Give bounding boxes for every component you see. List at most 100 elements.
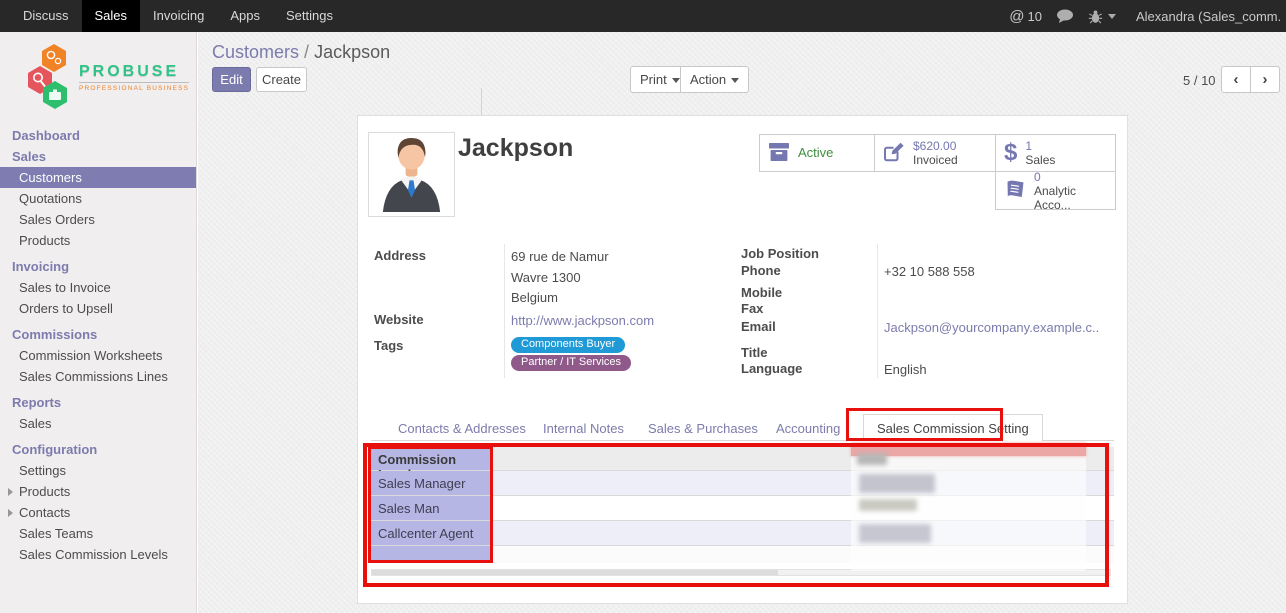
sidebar-nav: Dashboard Sales Customers Quotations Sal… [0,120,196,565]
pager-previous-button[interactable]: ‹ [1221,66,1251,93]
sidebar-item-products[interactable]: Products [0,230,196,251]
sidebar-item-config-contacts[interactable]: Contacts [0,502,196,523]
sidebar-item-reports-sales[interactable]: Sales [0,413,196,434]
fax-label: Fax [741,301,763,316]
menu-sales[interactable]: Sales [82,0,141,32]
menu-apps[interactable]: Apps [217,0,273,32]
field-group-divider [504,244,505,378]
commission-level-cell[interactable] [371,546,492,563]
invoiced-stat-button[interactable]: $620.00 Invoiced [874,134,996,172]
analytic-label: Analytic Acco... [1034,184,1107,212]
sidebar-item-sales-to-invoice[interactable]: Sales to Invoice [0,277,196,298]
main-content: Customers / Jackpson Edit Create Print A… [198,32,1286,613]
commission-level-column-header[interactable]: Commission Level [371,447,492,470]
breadcrumb-current: Jackpson [314,42,390,62]
nav-header-invoicing[interactable]: Invoicing [0,251,196,277]
active-stat-button[interactable]: Active [759,134,875,172]
mobile-label: Mobile [741,285,782,300]
phone-value: +32 10 588 558 [884,264,975,279]
chevron-down-icon [672,78,680,83]
redacted-value [857,453,887,465]
sidebar-item-sales-commissions-lines[interactable]: Sales Commissions Lines [0,366,196,387]
create-button[interactable]: Create [256,67,307,92]
tab-accounting[interactable]: Accounting [776,421,840,436]
sidebar-item-sales-commission-levels[interactable]: Sales Commission Levels [0,544,196,565]
tag-partner-it-services: Partner / IT Services [511,355,631,371]
redacted-value [859,524,931,543]
breadcrumb-separator: / [304,42,309,62]
messages-icon[interactable] [1056,9,1074,24]
field-group-divider [877,244,878,378]
analytic-count: 0 [1034,170,1107,184]
address-line-3: Belgium [511,290,558,305]
tab-sales-commission-setting[interactable]: Sales Commission Setting [863,414,1043,441]
top-navbar: Discuss Sales Invoicing Apps Settings @ … [0,0,1286,32]
customer-photo [368,132,455,217]
invoiced-amount: $620.00 [913,139,958,153]
address-line-1: 69 rue de Namur [511,249,609,264]
website-label: Website [374,312,424,327]
app-menu: Discuss Sales Invoicing Apps Settings [0,0,346,32]
sidebar-item-commission-worksheets[interactable]: Commission Worksheets [0,345,196,366]
redacted-value [859,474,935,493]
dollar-icon: $ [1004,141,1017,165]
expand-arrow-icon[interactable] [8,509,13,517]
commission-level-cell[interactable]: Sales Manager [371,471,492,495]
brand-name: PROBUSE [79,63,189,81]
nav-header-dashboard[interactable]: Dashboard [0,120,196,146]
debug-bug-icon[interactable] [1088,9,1116,24]
tag-components-buyer: Components Buyer [511,337,625,353]
phone-label: Phone [741,263,781,278]
sidebar-item-orders-to-upsell[interactable]: Orders to Upsell [0,298,196,319]
customer-form-sheet: Jackpson Active $620.00 Invoice [357,115,1128,604]
sidebar-item-settings[interactable]: Settings [0,460,196,481]
job-position-label: Job Position [741,246,819,261]
sidebar-item-quotations[interactable]: Quotations [0,188,196,209]
sidebar-item-sales-orders[interactable]: Sales Orders [0,209,196,230]
nav-header-commissions[interactable]: Commissions [0,319,196,345]
language-label: Language [741,361,802,376]
website-link[interactable]: http://www.jackpson.com [511,313,654,328]
commission-level-cell[interactable]: Sales Man [371,496,492,520]
panel-divider [481,88,482,115]
sidebar-item-config-products[interactable]: Products [0,481,196,502]
at-icon: @ [1009,8,1024,25]
action-label: Action [690,72,726,87]
mentions-counter[interactable]: @ 10 [1009,8,1042,25]
address-line-2: Wavre 1300 [511,270,581,285]
menu-invoicing[interactable]: Invoicing [140,0,217,32]
scrollbar-handle[interactable] [372,570,778,575]
email-link[interactable]: Jackpson@yourcompany.example.c.. [884,320,1099,335]
menu-discuss[interactable]: Discuss [10,0,82,32]
nav-header-reports[interactable]: Reports [0,387,196,413]
invoiced-label: Invoiced [913,153,958,167]
archive-icon [768,142,790,165]
breadcrumb-customers-link[interactable]: Customers [212,42,299,62]
expand-arrow-icon[interactable] [8,488,13,496]
nav-header-configuration[interactable]: Configuration [0,434,196,460]
left-sidebar: PROBUSE PROFESSIONAL BUSINESS Dashboard … [0,32,197,613]
pager-next-button[interactable]: › [1250,66,1280,93]
edit-button[interactable]: Edit [212,67,251,92]
chevron-down-icon [1108,14,1116,19]
nav-header-sales[interactable]: Sales [0,146,196,167]
action-dropdown-button[interactable]: Action [680,66,749,93]
sales-count: 1 [1025,139,1055,153]
tab-contacts-addresses[interactable]: Contacts & Addresses [398,421,526,436]
analytic-accounts-stat-button[interactable]: 0 Analytic Acco... [995,171,1116,210]
tab-internal-notes[interactable]: Internal Notes [543,421,624,436]
sales-stat-button[interactable]: $ 1 Sales [995,134,1116,172]
sidebar-item-customers[interactable]: Customers [0,167,196,188]
commission-level-cell[interactable]: Callcenter Agent [371,521,492,545]
notebook-tabs: Contacts & Addresses Internal Notes Sale… [371,414,1114,441]
brand-tagline: PROFESSIONAL BUSINESS [79,82,189,92]
sales-label: Sales [1025,153,1055,167]
sidebar-item-label: Contacts [19,505,70,520]
menu-settings[interactable]: Settings [273,0,346,32]
address-label: Address [374,248,426,263]
tab-sales-purchases[interactable]: Sales & Purchases [648,421,758,436]
active-status-label: Active [798,146,833,160]
page-title: Jackpson [458,134,573,163]
sidebar-item-sales-teams[interactable]: Sales Teams [0,523,196,544]
user-menu[interactable]: Alexandra (Sales_comm.. [1130,6,1280,26]
